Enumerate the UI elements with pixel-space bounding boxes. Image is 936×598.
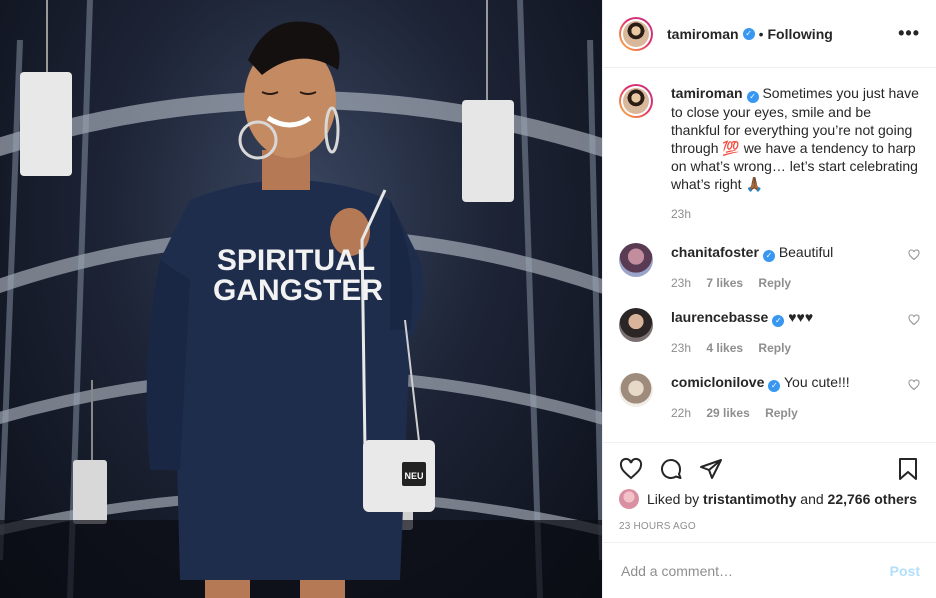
comment-like-heart-icon[interactable] (908, 379, 920, 391)
comment-row: comiclonilove ✓ You cute!!! 22h 29 likes … (619, 373, 920, 422)
add-comment-bar: Post (603, 542, 936, 598)
commenter-avatar[interactable] (619, 373, 653, 407)
photo-illustration: NEU SPIRITUAL GANGSTER (0, 0, 602, 598)
author-info: tamiroman ✓ • Following (667, 26, 833, 42)
caption-username[interactable]: tamiroman (671, 85, 743, 101)
commenter-avatar[interactable] (619, 243, 653, 277)
comment-username[interactable]: comiclonilove (671, 374, 764, 390)
comment-likes[interactable]: 29 likes (706, 406, 749, 420)
comment-text: Beautiful (778, 244, 834, 260)
post-container: NEU SPIRITUAL GANGSTER tamiroman ✓ • Fol… (0, 0, 936, 598)
verified-badge-icon: ✓ (762, 250, 775, 262)
caption: tamiroman ✓ Sometimes you just have to cl… (619, 84, 920, 223)
action-bar: Liked by tristantimothy and 22,766 other… (603, 442, 936, 542)
comment-time[interactable]: 22h (671, 406, 691, 420)
verified-badge-icon: ✓ (772, 315, 785, 327)
verified-badge-icon: ✓ (768, 380, 781, 392)
comment-likes[interactable]: 7 likes (706, 276, 743, 290)
post-timestamp[interactable]: 23 HOURS AGO (619, 521, 920, 532)
share-icon[interactable] (699, 457, 723, 481)
comment-time[interactable]: 23h (671, 341, 691, 355)
comment-icon[interactable] (659, 457, 683, 481)
reply-button[interactable]: Reply (758, 276, 791, 290)
likes-summary: Liked by tristantimothy and 22,766 other… (619, 489, 920, 509)
post-comment-button[interactable]: Post (890, 563, 920, 579)
liker-avatar[interactable] (619, 489, 639, 509)
verified-badge-icon: ✓ (746, 91, 759, 103)
following-button[interactable]: Following (767, 26, 832, 42)
comment-like-heart-icon[interactable] (908, 249, 920, 261)
post-sidebar: tamiroman ✓ • Following ••• tamiroman ✓ S… (602, 0, 936, 598)
author-avatar[interactable] (619, 16, 653, 51)
author-username[interactable]: tamiroman (667, 26, 739, 42)
liked-by-prefix: Liked by (647, 491, 700, 507)
sweatshirt-text-line2: GANGSTER (213, 274, 383, 307)
caption-time[interactable]: 23h (671, 207, 691, 221)
liker-username[interactable]: tristantimothy (703, 491, 796, 507)
bookmark-icon[interactable] (896, 457, 920, 481)
more-options-icon[interactable]: ••• (898, 23, 920, 44)
comments-list[interactable]: tamiroman ✓ Sometimes you just have to cl… (603, 68, 936, 442)
comment-text: You cute!!! (784, 374, 850, 390)
caption-text: Sometimes you just have to close your ey… (671, 85, 919, 192)
liked-by-conj: and (800, 491, 824, 507)
svg-text:NEU: NEU (404, 471, 423, 481)
separator-dot: • (758, 25, 764, 42)
post-header: tamiroman ✓ • Following ••• (603, 0, 936, 68)
post-photo[interactable]: NEU SPIRITUAL GANGSTER (0, 0, 602, 598)
comment-row: chanitafoster ✓ Beautiful 23h 7 likes Rep… (619, 243, 920, 292)
comment-row: laurencebasse ✓ ♥♥♥ 23h 4 likes Reply (619, 308, 920, 357)
comment-likes[interactable]: 4 likes (706, 341, 743, 355)
verified-badge-icon: ✓ (742, 27, 755, 40)
reply-button[interactable]: Reply (765, 406, 798, 420)
comment-username[interactable]: laurencebasse (671, 309, 768, 325)
reply-button[interactable]: Reply (758, 341, 791, 355)
caption-avatar[interactable] (619, 84, 653, 118)
sweatshirt-text-line1: SPIRITUAL (217, 244, 375, 277)
comment-username[interactable]: chanitafoster (671, 244, 759, 260)
commenter-avatar[interactable] (619, 308, 653, 342)
comment-like-heart-icon[interactable] (908, 314, 920, 326)
comment-time[interactable]: 23h (671, 276, 691, 290)
likes-count[interactable]: 22,766 others (828, 491, 918, 507)
comment-text: ♥♥♥ (788, 309, 814, 325)
comment-input[interactable] (619, 561, 890, 580)
heart-icon[interactable] (619, 457, 643, 481)
